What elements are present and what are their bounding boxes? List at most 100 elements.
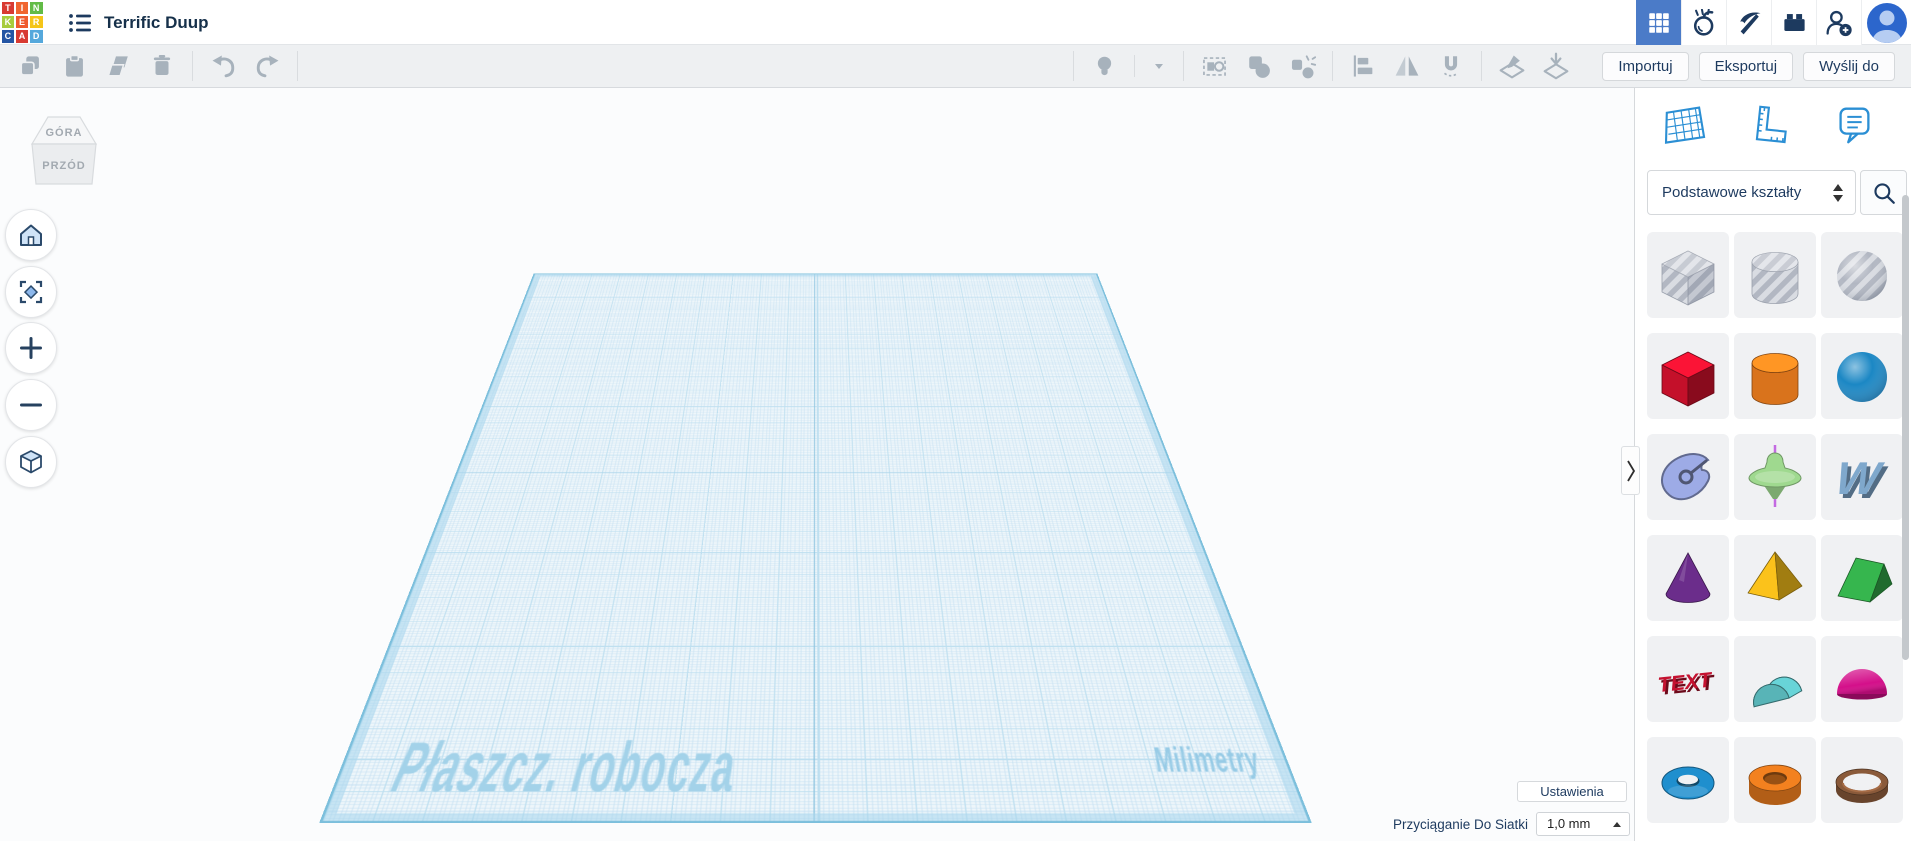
panel-scrollbar[interactable] (1902, 195, 1909, 660)
paste-button[interactable] (59, 51, 89, 81)
zoom-out-button[interactable] (5, 379, 57, 431)
workplane-label: Płaszcz. robocza (378, 731, 742, 811)
notes-bubble-icon (1831, 102, 1877, 148)
logo-cell-r: R (30, 16, 43, 29)
shape-box[interactable] (1647, 333, 1729, 419)
export-button[interactable]: Eksportuj (1699, 52, 1794, 81)
viewport-3d[interactable]: Płaszcz. robocza Milimetry (0, 88, 1634, 841)
cylinder-icon (1735, 336, 1815, 416)
shape-tube[interactable] (1734, 737, 1816, 823)
tinker-button[interactable] (1681, 0, 1726, 45)
shape-text[interactable]: TEXT TEXT (1647, 636, 1729, 722)
tab-notes[interactable] (1829, 100, 1879, 150)
shape-half-sphere[interactable] (1821, 636, 1903, 722)
tinkercad-app: TINKERCAD Terrific Duup (0, 0, 1911, 841)
mirror-button[interactable] (1392, 51, 1422, 81)
shape-category-value: Podstawowe kształty (1662, 184, 1801, 201)
home-view-button[interactable] (5, 209, 57, 261)
logo-cell-k: K (2, 16, 15, 29)
avatar[interactable] (1867, 3, 1907, 43)
shape-pyramid[interactable] (1734, 535, 1816, 621)
ungroup-button[interactable] (1287, 51, 1317, 81)
snap-grid-label: Przyciąganie Do Siatki (1393, 817, 1528, 832)
shape-squiggle[interactable]: W W (1821, 434, 1903, 520)
redo-button[interactable] (252, 51, 282, 81)
lego-brick-icon (1781, 9, 1808, 36)
tube-icon (1735, 740, 1815, 820)
box-hole-icon (1648, 235, 1728, 315)
shape-cylinder-hole[interactable] (1734, 232, 1816, 318)
fit-view-icon (16, 277, 46, 307)
undo-button[interactable] (208, 51, 238, 81)
magnet-icon (1438, 53, 1464, 79)
sphere-icon (1822, 336, 1902, 416)
search-icon (1871, 180, 1897, 206)
edit-toolbar: Importuj Eksportuj Wyślij do (0, 45, 1911, 88)
scribble-icon (1648, 437, 1728, 517)
zoom-in-button[interactable] (5, 322, 57, 374)
shape-wedge[interactable] (1821, 535, 1903, 621)
view-cube[interactable]: GÓRA PRZÓD (24, 112, 104, 203)
shape-sphere[interactable] (1821, 333, 1903, 419)
shape-top[interactable] (1734, 434, 1816, 520)
shape-box-hole[interactable] (1647, 232, 1729, 318)
select-group-button[interactable] (1199, 51, 1229, 81)
settings-button[interactable]: Ustawienia (1517, 781, 1627, 802)
minecraft-export-button[interactable] (1726, 0, 1771, 45)
show-hide-button[interactable] (1089, 51, 1119, 81)
lego-export-button[interactable] (1771, 0, 1816, 45)
logo-cell-d: D (30, 30, 43, 43)
fit-view-button[interactable] (5, 266, 57, 318)
snap-grid-value: 1,0 mm (1547, 816, 1590, 831)
logo-cell-n: N (30, 2, 43, 15)
snap-grid-select[interactable]: 1,0 mm (1536, 812, 1630, 836)
copy-button[interactable] (15, 51, 45, 81)
shape-search-row: Podstawowe kształty (1647, 170, 1907, 215)
design-title: Terrific Duup (104, 0, 209, 45)
workplane-tool-button[interactable] (1497, 51, 1527, 81)
redo-icon (254, 53, 281, 80)
shape-sphere-hole[interactable] (1821, 232, 1903, 318)
invite-collaborator-button[interactable] (1816, 0, 1861, 45)
copy-icon (17, 53, 44, 80)
undo-icon (210, 53, 237, 80)
shape-scribble[interactable] (1647, 434, 1729, 520)
tab-workplane[interactable] (1659, 100, 1709, 150)
logo-cell-e: E (16, 16, 29, 29)
round-roof-icon (1735, 639, 1815, 719)
top-icon (1735, 437, 1815, 517)
shape-torus[interactable] (1647, 737, 1729, 823)
ruler-tool-button[interactable] (1541, 51, 1571, 81)
group-button[interactable] (1243, 51, 1273, 81)
shape-round-roof[interactable] (1734, 636, 1816, 722)
shape-search-button[interactable] (1860, 170, 1907, 215)
shape-cylinder[interactable] (1734, 333, 1816, 419)
tab-ruler[interactable] (1744, 100, 1794, 150)
view-cube-top-label: GÓRA (46, 126, 83, 139)
perspective-cube-icon (16, 447, 46, 477)
delete-button[interactable] (147, 51, 177, 81)
place-ruler-icon (1542, 52, 1570, 80)
shape-cone[interactable] (1647, 535, 1729, 621)
magnet-button[interactable] (1436, 51, 1466, 81)
logo-cell-t: T (2, 2, 15, 15)
collapse-panel-button[interactable] (1621, 446, 1640, 495)
shapes-grid: W W TEXT TEXT (1647, 232, 1903, 823)
caret-up-icon (1613, 822, 1621, 827)
perspective-toggle-button[interactable] (5, 436, 57, 488)
import-button[interactable]: Importuj (1602, 52, 1688, 81)
shape-category-select[interactable]: Podstawowe kształty (1647, 170, 1856, 215)
send-to-button[interactable]: Wyślij do (1803, 52, 1895, 81)
design-menu-button[interactable] (68, 12, 94, 34)
tinkercad-logo[interactable]: TINKERCAD (0, 0, 44, 44)
squiggle-icon: W W (1822, 437, 1902, 517)
align-button[interactable] (1348, 51, 1378, 81)
workplane[interactable]: Płaszcz. robocza Milimetry (319, 274, 1311, 823)
logo-cell-i: I (16, 2, 29, 15)
dashboard-grid-button[interactable] (1636, 0, 1681, 45)
group-icon (1245, 53, 1272, 80)
shapes-panel: Podstawowe kształty (1634, 88, 1911, 841)
show-hide-dropdown[interactable] (1150, 51, 1168, 81)
shape-ring[interactable] (1821, 737, 1903, 823)
duplicate-button[interactable] (103, 51, 133, 81)
